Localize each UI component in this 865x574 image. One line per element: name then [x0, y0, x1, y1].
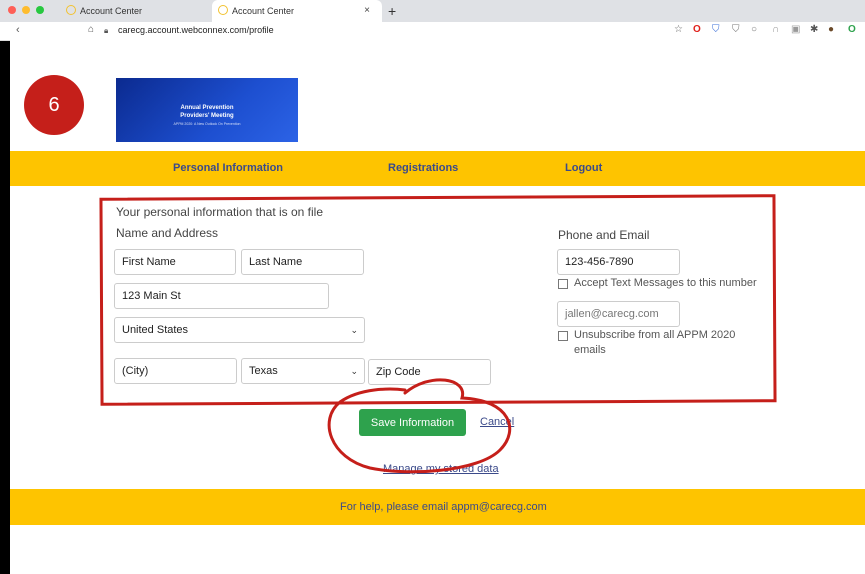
step-number-badge: 6 [24, 75, 84, 135]
hand-drawn-circle-annotation [327, 378, 512, 474]
footer-help-text: For help, please email appm@carecg.com [340, 501, 547, 513]
browser-window: Account Center × Account Center × + ‹ ⌂ … [0, 0, 865, 574]
help-footer: For help, please email appm@carecg.com [10, 489, 865, 525]
circle-stroke [327, 378, 512, 474]
